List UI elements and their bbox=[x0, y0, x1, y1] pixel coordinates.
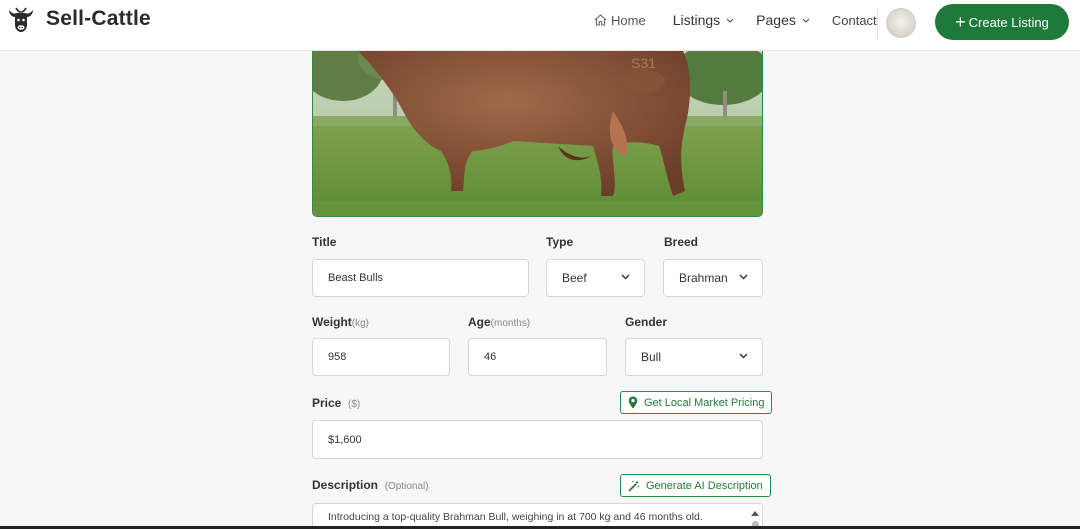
chevron-down-icon bbox=[739, 274, 748, 280]
description-optional: (Optional) bbox=[384, 481, 429, 492]
nav-contact-label: Contact bbox=[831, 12, 877, 28]
create-listing-button[interactable]: + Create Listing bbox=[935, 4, 1069, 40]
weight-label-text: Weight bbox=[312, 315, 352, 329]
title-label: Title bbox=[312, 235, 337, 249]
chevron-down-icon bbox=[739, 353, 748, 359]
title-input[interactable]: Beast Bulls bbox=[312, 259, 529, 297]
age-input[interactable]: 46 bbox=[468, 338, 607, 376]
price-label-text: Price bbox=[312, 396, 342, 410]
nav-contact[interactable]: Contact bbox=[832, 13, 877, 28]
breed-value: Brahman bbox=[679, 271, 728, 285]
breed-select[interactable]: Brahman bbox=[663, 259, 763, 297]
plus-icon: + bbox=[955, 12, 966, 32]
weight-value: 958 bbox=[328, 351, 347, 363]
age-label: Age(months) bbox=[468, 315, 530, 329]
market-pricing-button[interactable]: Get Local Market Pricing bbox=[620, 391, 773, 414]
weight-label: Weight(kg) bbox=[312, 315, 369, 329]
main-nav: Home Listings Pages Contact bbox=[594, 12, 877, 28]
price-input[interactable]: $1,600 bbox=[312, 420, 763, 459]
listing-photo: S31 bbox=[312, 51, 763, 217]
nav-listings-label: Listings bbox=[672, 12, 721, 28]
nav-listings[interactable]: Listings bbox=[673, 12, 734, 28]
age-unit: (months) bbox=[490, 318, 531, 329]
description-label-text: Description bbox=[312, 478, 379, 492]
generate-ai-description-label: Generate AI Description bbox=[646, 479, 763, 492]
age-label-text: Age bbox=[468, 315, 491, 329]
svg-text:S31: S31 bbox=[631, 55, 656, 71]
cow-head-icon bbox=[9, 7, 33, 32]
chevron-down-icon bbox=[802, 18, 810, 23]
price-label: Price ($) bbox=[312, 396, 360, 410]
type-value: Beef bbox=[562, 271, 587, 285]
age-value: 46 bbox=[484, 351, 497, 363]
weight-unit: (kg) bbox=[351, 318, 370, 329]
type-label: Type bbox=[546, 235, 574, 249]
weight-input[interactable]: 958 bbox=[312, 338, 450, 376]
brand[interactable]: Sell-Cattle bbox=[6, 4, 151, 34]
top-navbar: Sell-Cattle Home Listings Pages Contact … bbox=[0, 0, 1080, 51]
nav-pages[interactable]: Pages bbox=[756, 12, 810, 28]
price-value: $1,600 bbox=[328, 433, 362, 446]
nav-pages-label: Pages bbox=[756, 12, 796, 28]
gender-select[interactable]: Bull bbox=[625, 338, 763, 376]
type-select[interactable]: Beef bbox=[546, 259, 645, 297]
description-label: Description (Optional) bbox=[312, 478, 429, 492]
scroll-up-arrow-icon[interactable] bbox=[750, 510, 760, 517]
price-unit: ($) bbox=[348, 399, 361, 410]
user-avatar[interactable] bbox=[886, 8, 916, 38]
title-value: Beast Bulls bbox=[328, 272, 384, 284]
chevron-down-icon bbox=[621, 274, 630, 280]
brand-name: Sell-Cattle bbox=[46, 7, 151, 30]
gender-label: Gender bbox=[625, 315, 668, 329]
create-listing-label: Create Listing bbox=[968, 14, 1049, 30]
cattle-photo: S31 bbox=[313, 51, 762, 216]
market-pricing-label: Get Local Market Pricing bbox=[644, 396, 765, 409]
nav-home[interactable]: Home bbox=[594, 13, 646, 28]
nav-divider bbox=[877, 10, 878, 40]
chevron-down-icon bbox=[726, 18, 734, 23]
breed-label: Breed bbox=[664, 235, 699, 249]
nav-home-label: Home bbox=[611, 12, 646, 28]
home-icon bbox=[594, 14, 607, 26]
magic-wand-icon bbox=[628, 480, 640, 492]
generate-ai-description-button[interactable]: Generate AI Description bbox=[620, 474, 771, 497]
gender-value: Bull bbox=[641, 350, 662, 364]
map-pin-icon bbox=[628, 396, 638, 409]
